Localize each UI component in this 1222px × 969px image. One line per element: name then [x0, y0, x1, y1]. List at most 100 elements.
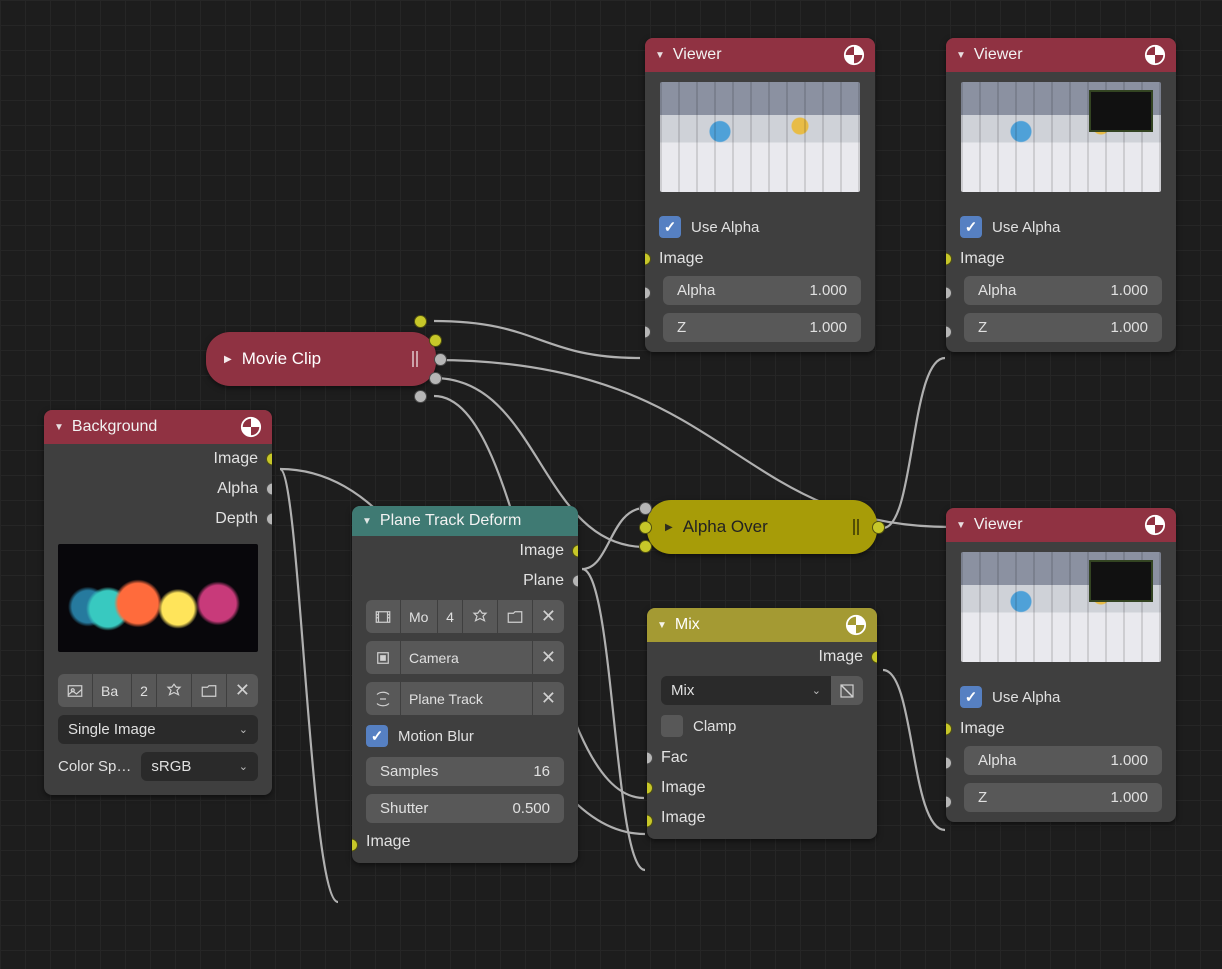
- collapse-toggle[interactable]: ▼: [54, 422, 64, 433]
- node-title: Viewer: [974, 516, 1023, 534]
- node-header[interactable]: ▼ Plane Track Deform: [352, 506, 578, 536]
- node-header[interactable]: ▼ Viewer: [946, 508, 1176, 542]
- socket-image[interactable]: [266, 453, 272, 466]
- socket-alpha[interactable]: [645, 286, 651, 299]
- collapse-toggle[interactable]: ▼: [657, 620, 667, 631]
- node-header[interactable]: ▼ Viewer: [946, 38, 1176, 72]
- use-alpha-checkbox[interactable]: ✓: [659, 216, 681, 238]
- clear-icon[interactable]: ✕: [533, 682, 564, 715]
- collapse-toggle[interactable]: ▼: [362, 516, 372, 527]
- colorspace-value: sRGB: [151, 758, 191, 775]
- z-value[interactable]: 1.000: [1110, 319, 1148, 336]
- users-count[interactable]: 2: [132, 674, 157, 707]
- use-alpha-checkbox[interactable]: ✓: [960, 686, 982, 708]
- node-header[interactable]: ▼ Background: [44, 410, 272, 444]
- use-alpha-checkbox[interactable]: ✓: [960, 216, 982, 238]
- socket-image-in[interactable]: [352, 839, 358, 852]
- clear-icon[interactable]: ✕: [533, 641, 564, 674]
- socket-image-out[interactable]: [871, 651, 877, 664]
- z-value[interactable]: 1.000: [809, 319, 847, 336]
- socket-out[interactable]: [434, 353, 447, 366]
- shutter-field[interactable]: Shutter 0.500: [366, 794, 564, 823]
- expand-toggle[interactable]: ▶: [224, 354, 232, 365]
- node-header[interactable]: ▼ Viewer: [645, 38, 875, 72]
- object-name[interactable]: Camera: [401, 641, 533, 674]
- clamp-checkbox[interactable]: [661, 715, 683, 737]
- motion-blur-checkbox[interactable]: ✓: [366, 725, 388, 747]
- alpha-value[interactable]: 1.000: [1110, 282, 1148, 299]
- alpha-value[interactable]: 1.000: [1110, 752, 1148, 769]
- track-select-row[interactable]: Plane Track ✕: [352, 678, 578, 719]
- z-value[interactable]: 1.000: [1110, 789, 1148, 806]
- socket-z[interactable]: [946, 795, 952, 808]
- use-alpha-label: Use Alpha: [691, 219, 759, 236]
- socket-alpha[interactable]: [266, 483, 272, 496]
- chevron-down-icon: ⌄: [239, 760, 248, 773]
- socket-image-2[interactable]: [647, 815, 653, 828]
- socket-out[interactable]: [429, 372, 442, 385]
- source-select[interactable]: Single Image ⌄: [58, 715, 258, 744]
- image-type-icon[interactable]: [58, 674, 93, 707]
- expand-toggle[interactable]: ▶: [665, 522, 673, 533]
- pinwheel-icon: [845, 614, 867, 636]
- socket-z[interactable]: [645, 325, 651, 338]
- fake-user-icon[interactable]: [463, 600, 498, 633]
- socket-plane[interactable]: [572, 575, 578, 588]
- node-viewer-2[interactable]: ▼ Viewer ✓ Use Alpha Image Alpha 1.000 Z…: [946, 38, 1176, 352]
- socket-depth[interactable]: [266, 513, 272, 526]
- socket-out[interactable]: [872, 521, 885, 534]
- samples-field[interactable]: Samples 16: [366, 757, 564, 786]
- socket-in[interactable]: [639, 502, 652, 515]
- object-select-row[interactable]: Camera ✕: [352, 637, 578, 678]
- socket-image[interactable]: [572, 545, 578, 558]
- socket-image[interactable]: [946, 253, 952, 266]
- image-name-field[interactable]: Ba: [93, 674, 132, 707]
- collapse-toggle[interactable]: ▼: [956, 520, 966, 531]
- node-plane-track-deform[interactable]: ▼ Plane Track Deform Image Plane Mo 4 ✕ …: [352, 506, 578, 863]
- node-alpha-over[interactable]: ▶ Alpha Over: [647, 500, 877, 554]
- socket-out[interactable]: [414, 315, 427, 328]
- object-icon[interactable]: [366, 641, 401, 674]
- socket-in[interactable]: [639, 540, 652, 553]
- socket-image[interactable]: [946, 723, 952, 736]
- socket-z[interactable]: [946, 325, 952, 338]
- clip-icon[interactable]: [366, 600, 401, 633]
- socket-image[interactable]: [645, 253, 651, 266]
- track-name[interactable]: Plane Track: [401, 682, 533, 715]
- chevron-down-icon: ⌄: [239, 723, 248, 736]
- node-viewer-3[interactable]: ▼ Viewer ✓ Use Alpha Image Alpha 1.000 Z…: [946, 508, 1176, 822]
- socket-out[interactable]: [414, 390, 427, 403]
- socket-alpha[interactable]: [946, 286, 952, 299]
- chevron-down-icon: ⌄: [812, 684, 821, 697]
- node-background[interactable]: ▼ Background Image Alpha Depth Ba 2 ✕ Si…: [44, 410, 272, 795]
- blend-mode-select[interactable]: Mix ⌄: [661, 676, 831, 705]
- socket-out[interactable]: [429, 334, 442, 347]
- open-file-icon[interactable]: [192, 674, 227, 707]
- alpha-value[interactable]: 1.000: [809, 282, 847, 299]
- node-viewer-1[interactable]: ▼ Viewer ✓ Use Alpha Image Alpha 1.000 Z…: [645, 38, 875, 352]
- colorspace-select[interactable]: sRGB ⌄: [141, 752, 258, 781]
- node-movie-clip[interactable]: ▶ Movie Clip: [206, 332, 436, 386]
- open-file-icon[interactable]: [498, 600, 533, 633]
- socket-fac[interactable]: [647, 752, 653, 765]
- clip-name-field[interactable]: Mo: [401, 600, 438, 633]
- collapse-toggle[interactable]: ▼: [956, 50, 966, 61]
- socket-image-1[interactable]: [647, 782, 653, 795]
- users-count[interactable]: 4: [438, 600, 463, 633]
- alpha-toggle-icon[interactable]: [831, 676, 863, 705]
- clip-datablock-row[interactable]: Mo 4 ✕: [352, 596, 578, 637]
- fake-user-icon[interactable]: [157, 674, 192, 707]
- drag-handle-icon[interactable]: [853, 519, 859, 535]
- node-header[interactable]: ▼ Mix: [647, 608, 877, 642]
- node-title: Background: [72, 418, 157, 436]
- collapse-toggle[interactable]: ▼: [655, 50, 665, 61]
- pinwheel-icon: [843, 44, 865, 66]
- unlink-icon[interactable]: ✕: [227, 674, 258, 707]
- drag-handle-icon[interactable]: [412, 351, 418, 367]
- socket-in[interactable]: [639, 521, 652, 534]
- image-datablock-row[interactable]: Ba 2 ✕: [44, 670, 272, 711]
- socket-alpha[interactable]: [946, 756, 952, 769]
- track-icon[interactable]: [366, 682, 401, 715]
- node-mix[interactable]: ▼ Mix Image Mix ⌄ Clamp Fac Image Image: [647, 608, 877, 839]
- unlink-icon[interactable]: ✕: [533, 600, 564, 633]
